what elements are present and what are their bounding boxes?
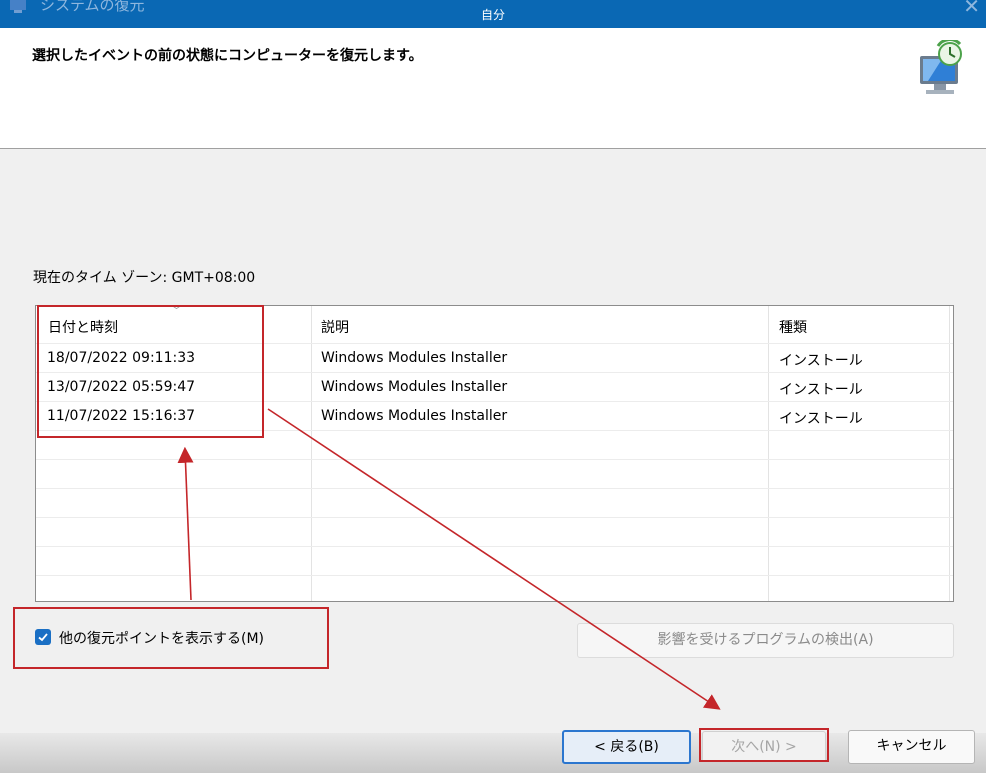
row-divider: [36, 546, 953, 547]
restore-monitor-icon: [920, 40, 962, 94]
header-panel: 選択したイベントの前の状態にコンピューターを復元します。: [0, 28, 986, 148]
checkmark-icon: [38, 633, 48, 642]
instruction-text: 選択したイベントの前の状態にコンピューターを復元します。: [32, 48, 423, 64]
cell-type: インストール: [779, 411, 863, 427]
cell-description: Windows Modules Installer: [321, 379, 508, 395]
scan-affected-programs-button[interactable]: 影響を受けるプログラムの検出(A): [577, 623, 954, 658]
title-bar: システムの復元 自分 ✕: [0, 0, 986, 28]
cell-date: 11/07/2022 15:16:37: [47, 408, 196, 424]
cell-description: Windows Modules Installer: [321, 408, 508, 424]
table-row[interactable]: 18/07/2022 09:11:33 Windows Modules Inst…: [36, 344, 953, 373]
cancel-button[interactable]: キャンセル: [848, 730, 975, 764]
cell-description: Windows Modules Installer: [321, 350, 508, 366]
cell-type: インストール: [779, 353, 863, 369]
row-divider: [36, 517, 953, 518]
close-icon[interactable]: ✕: [963, 0, 980, 18]
sort-descending-icon: ﹀: [171, 305, 182, 317]
show-more-checkbox[interactable]: [35, 629, 51, 645]
header-divider: [0, 148, 986, 149]
row-divider: [36, 575, 953, 576]
table-row[interactable]: 13/07/2022 05:59:47 Windows Modules Inst…: [36, 373, 953, 402]
next-button[interactable]: 次へ(N) >: [702, 731, 826, 763]
cell-type: インストール: [779, 382, 863, 398]
cell-date: 13/07/2022 05:59:47: [47, 379, 196, 395]
cell-date: 18/07/2022 09:11:33: [47, 350, 196, 366]
back-button[interactable]: < 戻る(B): [562, 730, 691, 764]
watermark-text: 自分: [480, 8, 505, 22]
column-header-description[interactable]: 説明: [321, 317, 349, 337]
row-divider: [36, 488, 953, 489]
footer-shading: [0, 733, 986, 773]
timezone-label: 現在のタイム ゾーン: GMT+08:00: [33, 270, 256, 286]
column-header-date[interactable]: 日付と時刻: [48, 317, 118, 337]
footer-panel: [0, 703, 986, 773]
show-more-label: 他の復元ポイントを表示する(M): [59, 631, 265, 647]
column-header-type[interactable]: 種類: [779, 317, 807, 337]
restore-point-list[interactable]: ﹀ 日付と時刻 説明 種類 18/07/2022 09:11:33 Window…: [35, 305, 954, 602]
row-divider: [36, 459, 953, 460]
table-row[interactable]: 11/07/2022 15:16:37 Windows Modules Inst…: [36, 402, 953, 431]
